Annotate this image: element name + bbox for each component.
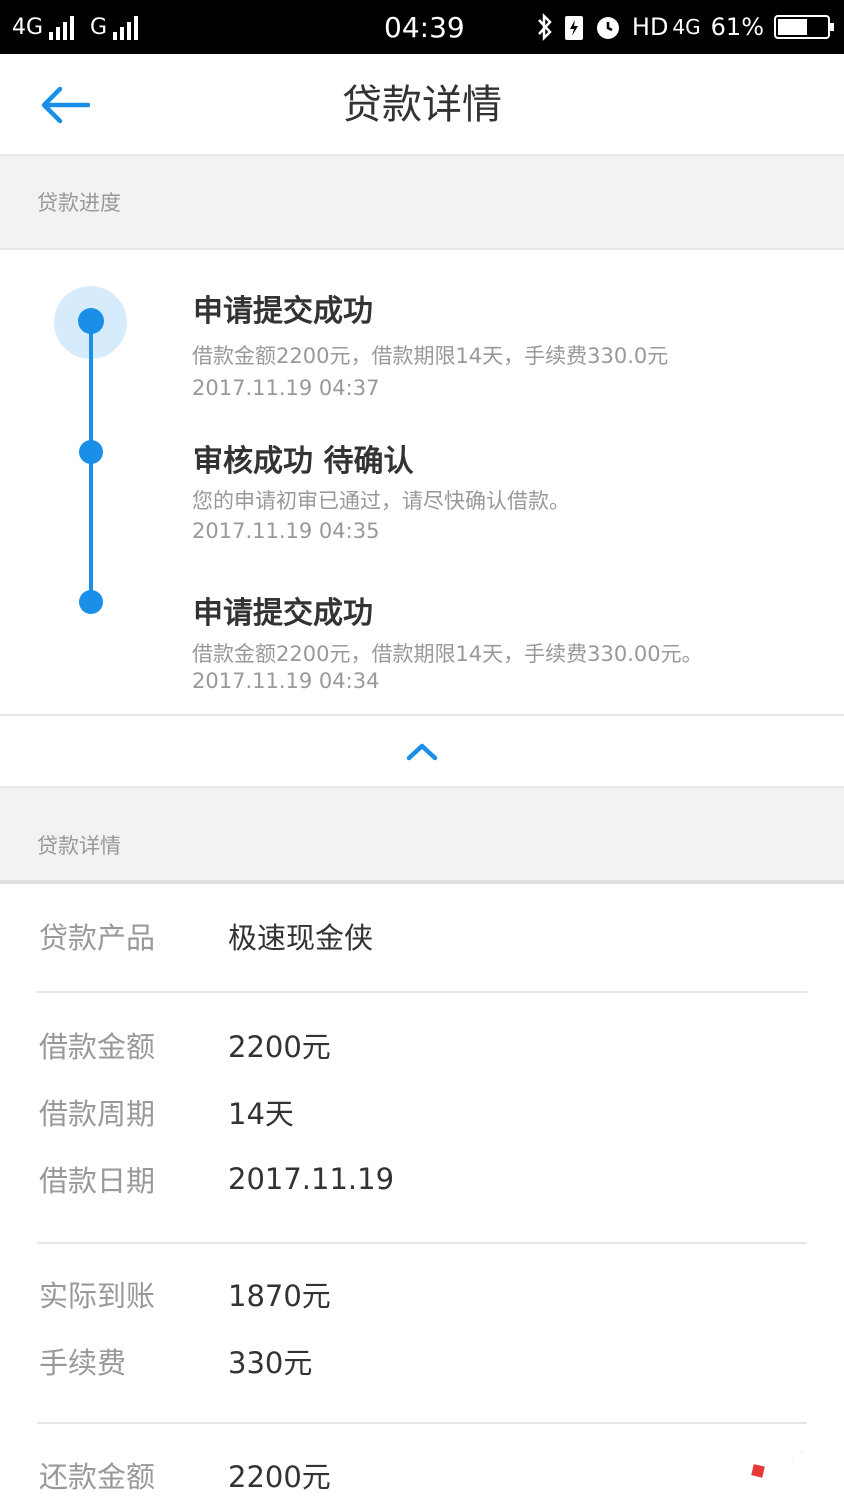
battery-percent: 61% <box>710 13 764 41</box>
network-type-2: G <box>90 14 108 40</box>
detail-row-fee: 手续费 330元 <box>0 1336 844 1386</box>
event-time: 2017.11.19 04:35 <box>192 519 380 543</box>
event-title: 申请提交成功 <box>193 294 373 329</box>
timeline-dot-1 <box>78 308 104 334</box>
timeline-dot-3 <box>79 590 103 614</box>
detail-row-product: 贷款产品 极速现金侠 <box>0 911 844 961</box>
details-section-label: 贷款详情 <box>37 834 121 858</box>
event-title: 申请提交成功 <box>193 596 373 631</box>
collapse-timeline-button[interactable] <box>0 714 844 788</box>
detail-value: 330元 <box>228 1346 313 1380</box>
battery-saver-icon <box>564 16 583 40</box>
detail-value: 2200元 <box>228 1030 331 1064</box>
detail-value: 2017.11.19 <box>228 1162 395 1196</box>
detail-value: 1870元 <box>228 1279 331 1313</box>
detail-label: 借款金额 <box>39 1030 156 1064</box>
detail-label: 手续费 <box>39 1346 127 1380</box>
detail-label: 还款金额 <box>39 1460 156 1494</box>
progress-section-header: 贷款进度 <box>0 156 844 250</box>
network-type-3: 4G <box>672 15 701 39</box>
event-desc: 您的申请初审已通过，请尽快确认借款。 <box>192 489 570 513</box>
nav-bar: 贷款详情 <box>0 54 844 156</box>
battery-icon <box>774 15 834 39</box>
hd-label: HD <box>631 13 669 41</box>
alarm-icon <box>596 17 619 39</box>
signal-icon <box>49 14 75 40</box>
event-desc: 借款金额2200元，借款期限14天，手续费330.00元。 <box>192 642 703 666</box>
page-title: 贷款详情 <box>342 82 502 128</box>
network-status: 4G G <box>12 0 148 54</box>
detail-label: 借款日期 <box>39 1164 156 1198</box>
progress-section-label: 贷款进度 <box>37 191 121 215</box>
signal-icon-2 <box>113 14 139 40</box>
detail-value: 极速现金侠 <box>228 921 374 955</box>
event-title: 审核成功 待确认 <box>193 444 414 479</box>
watermark-text: 卡农社区 <box>761 1416 838 1477</box>
divider <box>37 1242 807 1244</box>
event-time: 2017.11.19 04:37 <box>192 376 380 400</box>
status-bar: 4G G 04:39 HD 4G 61% <box>0 0 844 54</box>
details-section-header: 贷款详情 <box>0 788 844 884</box>
divider <box>37 1422 807 1424</box>
watermark-logo: 卡农社区 <box>751 1416 838 1478</box>
detail-row-date: 借款日期 2017.11.19 <box>0 1154 844 1204</box>
detail-row-received: 实际到账 1870元 <box>0 1269 844 1319</box>
system-status: HD 4G 61% <box>536 0 834 54</box>
detail-value: 14天 <box>228 1097 294 1131</box>
detail-label: 贷款产品 <box>39 921 156 955</box>
event-time: 2017.11.19 04:34 <box>192 669 380 693</box>
network-type-1: 4G <box>12 14 44 40</box>
clock: 04:39 <box>384 10 465 44</box>
event-desc: 借款金额2200元，借款期限14天，手续费330.0元 <box>192 344 669 368</box>
chevron-up-icon <box>406 743 438 761</box>
detail-label: 实际到账 <box>39 1279 156 1313</box>
back-button[interactable] <box>34 80 94 130</box>
arrow-left-icon <box>41 86 90 124</box>
detail-label: 借款周期 <box>39 1097 156 1131</box>
timeline-dot-2 <box>79 440 103 464</box>
detail-row-repayment: 还款金额 2200元 <box>0 1450 844 1500</box>
detail-row-amount: 借款金额 2200元 <box>0 1020 844 1070</box>
divider <box>37 991 807 993</box>
detail-value: 2200元 <box>228 1460 331 1494</box>
bluetooth-icon <box>537 12 552 42</box>
detail-row-period: 借款周期 14天 <box>0 1087 844 1137</box>
